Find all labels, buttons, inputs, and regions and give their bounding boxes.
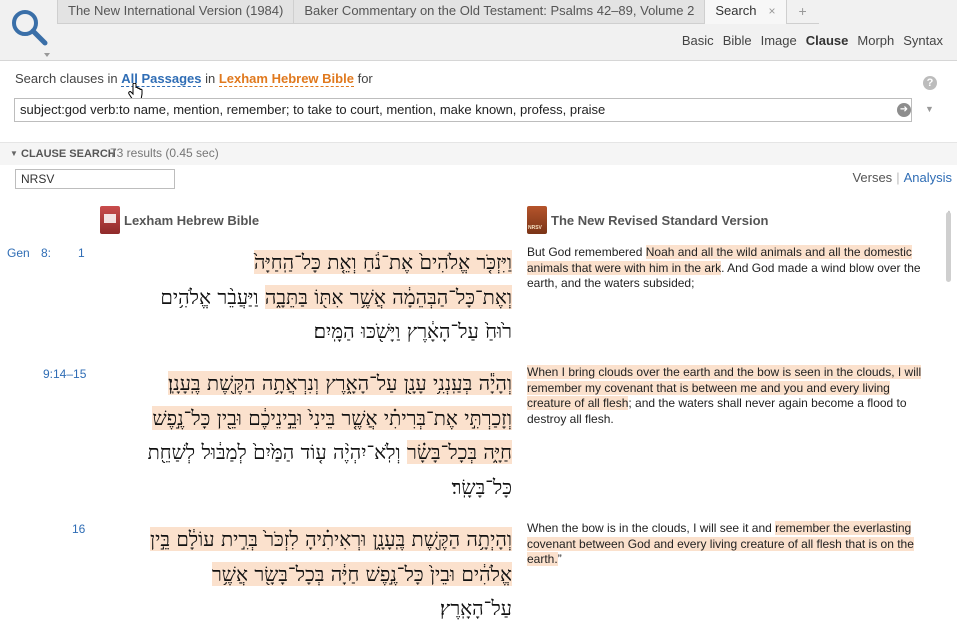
hebrew-clause: וַיַּעֲבֵ֨ר אֱלֹהִ֥ים (160, 284, 265, 309)
mode-morph[interactable]: Morph (857, 33, 894, 48)
query-in-text: in (205, 71, 216, 86)
mode-clause[interactable]: Clause (806, 33, 849, 48)
search-input[interactable]: subject:god verb:to name, mention, remem… (14, 98, 912, 122)
english-phrase: When the bow is in the clouds, I will se… (527, 521, 776, 535)
english-text-row-2: When I bring clouds over the earth and t… (527, 365, 935, 427)
hebrew-text-row-2: וְהָיָ֕ה בְּעַֽנְנִ֥י עָנָ֖ן עַל־הָאָ֑רֶ… (92, 366, 512, 504)
ref-verse[interactable]: 16 (72, 522, 85, 536)
english-phrase: But God remembered (527, 245, 646, 259)
english-phrase: Noah and (645, 245, 702, 259)
column-title: Lexham Hebrew Bible (124, 212, 260, 228)
english-text-row-1: But God remembered Noah and all the wild… (527, 245, 935, 292)
column-header-nrsv: The New Revised Standard Version (527, 206, 768, 234)
collapse-triangle-icon[interactable]: ▼ (10, 149, 18, 158)
hebrew-text-row-1: וַיִּזְכֹּ֤ר אֱלֹהִים֙ אֶת־נֹ֔חַ וְאֵ֤ת … (92, 245, 512, 349)
tab-label: Baker Commentary on the Old Testament: P… (304, 3, 695, 18)
english-phrase: ” (557, 552, 562, 566)
view-verses-link[interactable]: Verses (852, 170, 892, 185)
resource-dropdown[interactable]: Lexham Hebrew Bible (218, 71, 354, 87)
hebrew-clause: וְאֶת־כָּל־הַבְּהֵמָ֔ה אֲשֶׁ֥ר אִתּ֖וֹ ב… (264, 284, 512, 309)
hebrew-clause: וְהָיְתָ֥ה הַקֶּ֖שֶׁת בֶּֽעָנָ֑ן וּרְאִי… (149, 527, 512, 551)
tab-label: The New International Version (1984) (68, 3, 284, 18)
search-go-button[interactable]: ➜ (897, 103, 911, 117)
query-prefix: Search clauses in (15, 71, 118, 86)
english-text-row-3: When the bow is in the clouds, I will se… (527, 521, 935, 568)
hebrew-clause: ר֙וּחַ֙ עַל־הָאָ֔רֶץ וַיָּשֹׁ֖כּוּ הַמָּ… (313, 319, 512, 343)
top-bar: The New International Version (1984) Bak… (0, 0, 957, 61)
results-count: 73 results (0.45 sec) (110, 146, 219, 160)
hebrew-clause: כָּל־בָּשָֽׂר׃ (451, 474, 512, 499)
ref-verse[interactable]: 1 (78, 246, 85, 260)
search-icon[interactable] (8, 6, 52, 58)
tab-strip: The New International Version (1984) Bak… (57, 0, 819, 24)
add-tab-button[interactable]: + (786, 0, 819, 24)
hebrew-text-row-3: וְהָיְתָ֥ה הַקֶּ֖שֶׁת בֶּֽעָנָ֑ן וּרְאִי… (92, 522, 512, 626)
mode-image[interactable]: Image (761, 33, 797, 48)
english-phrase: all the wild animals and (701, 245, 829, 259)
tab-search[interactable]: Search × (705, 0, 787, 24)
ref-book[interactable]: Gen (7, 246, 30, 260)
tab-baker-commentary[interactable]: Baker Commentary on the Old Testament: P… (294, 0, 706, 24)
version-filter-input[interactable]: NRSV (15, 169, 175, 189)
hebrew-clause: אֱלֹהִ֔ים וּבֵין֙ כָּל־נֶ֣פֶשׁ חַיָּ֔ה ב… (211, 561, 512, 586)
mode-bible[interactable]: Bible (723, 33, 752, 48)
chevron-down-icon[interactable]: ▼ (925, 104, 934, 114)
column-header-lhb: Lexham Hebrew Bible (100, 206, 259, 234)
view-analysis-link[interactable]: Analysis (904, 170, 952, 185)
hebrew-clause: וַיִּזְכֹּ֤ר אֱלֹהִים֙ אֶת־נֹ֔חַ וְאֵ֤ת … (254, 250, 512, 274)
results-section-label: CLAUSE SEARCH (21, 148, 116, 160)
hebrew-clause: חַיָּ֑ה בְּכָל־בָּשָׂ֗ר (407, 440, 512, 464)
hebrew-clause: וְהָיָ֕ה בְּעַֽנְנִ֥י עָנָ֖ן עַל־הָאָ֑רֶ… (168, 371, 512, 395)
hebrew-clause: וְלֹֽא־יִהְיֶ֨ה ע֤וֹד הַמַּ֙יִם֙ לְמַבּ֔… (147, 440, 407, 464)
results-header: ▼ CLAUSE SEARCH 73 results (0.45 sec) (0, 142, 957, 165)
column-title: The New Revised Standard Version (551, 212, 769, 228)
view-toggle: Verses | Analysis (852, 170, 952, 185)
query-description: Search clauses in All Passages in Lexham… (15, 71, 373, 87)
hebrew-clause: וְזָכַרְתִּ֣י אֶת־בְּרִיתִ֗י אֲשֶׁ֤ר בֵּ… (152, 405, 512, 430)
search-mode-bar: Basic Bible Image Clause Morph Syntax (673, 33, 943, 48)
ref-chapter[interactable]: 8: (41, 246, 51, 260)
nrsv-book-icon (527, 206, 547, 234)
tab-niv[interactable]: The New International Version (1984) (57, 0, 295, 24)
query-suffix: for (357, 71, 373, 86)
mode-basic[interactable]: Basic (682, 33, 714, 48)
help-icon[interactable]: ? (923, 76, 937, 90)
close-icon[interactable]: × (769, 4, 776, 18)
scrollbar[interactable] (946, 212, 951, 282)
lexham-book-icon (100, 206, 120, 234)
mode-syntax[interactable]: Syntax (903, 33, 943, 48)
ref-verse[interactable]: 9:14–15 (43, 367, 86, 381)
tab-label: Search (715, 3, 757, 18)
hebrew-clause: עַל־הָאָֽרֶץ׃ (439, 596, 512, 620)
